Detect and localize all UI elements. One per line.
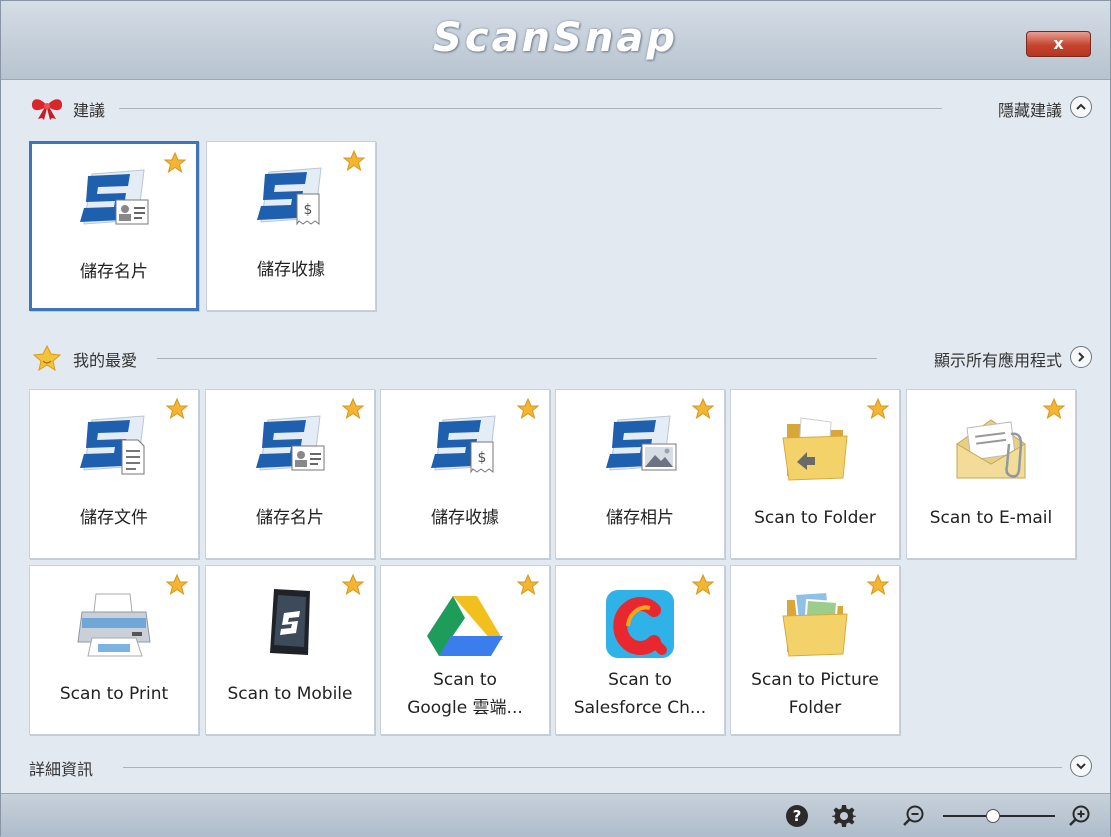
help-icon[interactable]: ? [785, 804, 809, 828]
section-divider [119, 108, 942, 109]
favorite-star-icon[interactable] [166, 398, 188, 420]
email-envelope-icon [956, 419, 1026, 479]
zoom-out-icon[interactable] [901, 804, 925, 828]
suggestion-tile-business-card[interactable]: 儲存名片 [29, 141, 199, 311]
scansnap-receipt-icon: $ [257, 167, 322, 226]
tile-label: 儲存名片 [80, 262, 148, 282]
chevron-up-icon [1076, 103, 1086, 110]
favorites-title: 我的最愛 [73, 351, 138, 370]
scansnap-business-card-icon [256, 415, 325, 471]
favorite-tile-save-business-card[interactable]: 儲存名片 [205, 389, 375, 559]
favorite-tile-save-document[interactable]: 儲存文件 [29, 389, 199, 559]
quick-menu-content: 建議 隱藏建議 我的最愛 顯示所有應用程式 詳細資訊 儲存名片 $ 儲存收據 儲… [1, 80, 1110, 793]
section-divider [157, 358, 877, 359]
scansnap-receipt-icon: $ [431, 415, 496, 474]
favorites-header: 我的最愛 顯示所有應用程式 [29, 345, 1092, 371]
scansnap-window: ScanSnap x 建議 隱藏建議 我的最愛 顯示所有應用程式 詳細資訊 儲存… [0, 0, 1111, 837]
favorite-star-icon[interactable] [867, 574, 889, 596]
ribbon-bow-icon [31, 99, 63, 120]
salesforce-chatter-icon [606, 590, 674, 658]
svg-text:$: $ [304, 202, 313, 218]
suggestion-tile-receipt[interactable]: $ 儲存收據 [206, 141, 376, 311]
mobile-tablet-icon [270, 589, 310, 655]
favorite-star-icon[interactable] [517, 574, 539, 596]
tile-label: Scan to Google 雲端... [407, 670, 523, 718]
tile-label: Scan to Picture Folder [751, 670, 879, 718]
gear-icon[interactable] [832, 804, 856, 828]
picture-folder-icon [782, 590, 848, 657]
svg-text:$: $ [478, 450, 487, 466]
favorite-star-icon[interactable] [164, 152, 186, 174]
favorite-tile-scan-to-google-drive[interactable]: Scan to Google 雲端... [380, 565, 550, 735]
zoom-in-icon[interactable] [1067, 804, 1091, 828]
section-divider [123, 767, 1062, 768]
favorite-tile-save-receipt[interactable]: $ 儲存收據 [380, 389, 550, 559]
tile-label: Scan to Print [59, 684, 169, 704]
suggestions-header: 建議 隱藏建議 [29, 95, 1092, 121]
zoom-slider-handle[interactable] [986, 809, 1001, 823]
tile-label: 儲存文件 [80, 508, 148, 528]
favorite-tile-scan-to-picture-folder[interactable]: Scan to Picture Folder [730, 565, 900, 735]
tile-label: Scan to Salesforce Ch... [573, 670, 707, 718]
show-all-apps-link[interactable]: 顯示所有應用程式 [934, 347, 1062, 371]
chevron-down-icon [1076, 763, 1086, 770]
tile-label: Scan to E-mail [929, 508, 1053, 528]
scansnap-photo-icon [606, 415, 677, 471]
tile-label: Scan to Mobile [227, 684, 353, 704]
favorite-star-icon[interactable] [342, 398, 364, 420]
favorite-tile-scan-to-mobile[interactable]: Scan to Mobile [205, 565, 375, 735]
printer-icon [77, 593, 151, 657]
tile-label: 儲存收據 [257, 260, 325, 280]
svg-text:?: ? [793, 807, 802, 825]
scansnap-logo: ScanSnap [433, 15, 678, 61]
favorite-star-icon[interactable] [343, 150, 365, 172]
tile-label: 儲存收據 [431, 508, 499, 528]
scansnap-business-card-icon [80, 169, 149, 225]
hide-suggestions-link[interactable]: 隱藏建議 [998, 97, 1062, 121]
star-smile-icon [32, 345, 62, 371]
favorite-tile-scan-to-email[interactable]: Scan to E-mail [906, 389, 1076, 559]
favorite-tile-save-photo[interactable]: 儲存相片 [555, 389, 725, 559]
tile-label: 儲存相片 [606, 508, 674, 528]
collapse-up-button[interactable] [1070, 96, 1092, 118]
favorite-star-icon[interactable] [1043, 398, 1065, 420]
show-all-arrow-button[interactable] [1070, 346, 1092, 368]
close-button[interactable]: x [1026, 31, 1091, 57]
favorite-star-icon[interactable] [517, 398, 539, 420]
favorite-star-icon[interactable] [867, 398, 889, 420]
folder-icon [782, 417, 848, 481]
details-header: 詳細資訊 [29, 754, 1092, 780]
favorite-star-icon[interactable] [342, 574, 364, 596]
favorite-tile-scan-to-salesforce[interactable]: Scan to Salesforce Ch... [555, 565, 725, 735]
favorite-tile-scan-to-folder[interactable]: Scan to Folder [730, 389, 900, 559]
tile-label: 儲存名片 [256, 508, 324, 528]
bottom-toolbar: ? [1, 793, 1110, 837]
favorite-star-icon[interactable] [692, 574, 714, 596]
tile-label: Scan to Folder [754, 508, 876, 528]
favorite-tile-scan-to-print[interactable]: Scan to Print [29, 565, 199, 735]
suggestions-title: 建議 [73, 101, 106, 120]
expand-details-button[interactable] [1070, 755, 1092, 777]
chevron-right-icon [1078, 352, 1085, 362]
favorite-star-icon[interactable] [692, 398, 714, 420]
favorite-star-icon[interactable] [166, 574, 188, 596]
details-title: 詳細資訊 [29, 760, 94, 779]
title-bar: ScanSnap x [1, 1, 1110, 80]
scansnap-document-icon [80, 415, 145, 475]
google-drive-icon [427, 596, 503, 656]
